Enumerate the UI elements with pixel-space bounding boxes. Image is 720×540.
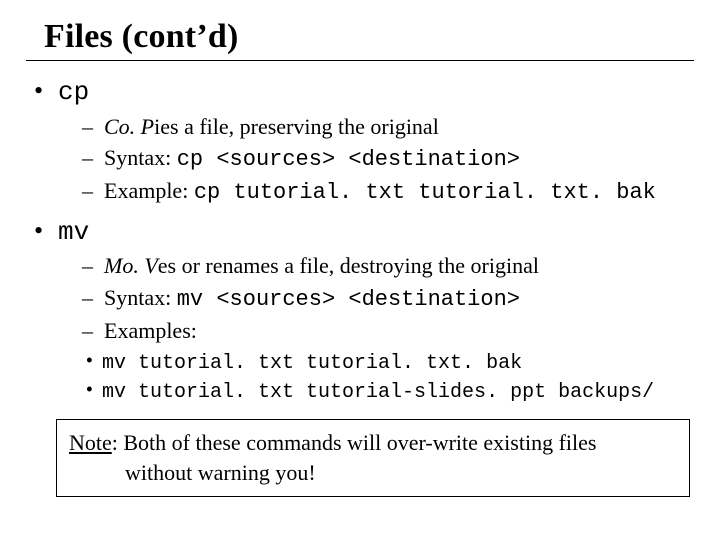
mv-desc-italic: Mo. V [104,253,158,278]
note-box: Note: Both of these commands will over-w… [56,419,690,496]
note-line1: : Both of these commands will over-write… [112,430,597,455]
mv-cmd: mv [58,217,89,247]
cp-cmd: cp [58,77,89,107]
mv-syntax: Syntax: mv <sources> <destination> [82,284,694,314]
mv-syntax-label: Syntax: [104,285,177,310]
cp-example-label: Example: [104,178,194,203]
cp-desc-rest: ies a file, preserving the original [154,114,439,139]
cp-example-code: cp tutorial. txt tutorial. txt. bak [194,180,656,205]
bullet-list-level1: cp Co. Pies a file, preserving the origi… [26,75,694,405]
cp-syntax-code: cp <sources> <destination> [177,147,520,172]
mv-example-2: mv tutorial. txt tutorial-slides. ppt ba… [84,380,694,406]
mv-examples-label: Examples: [82,317,694,345]
mv-example-1: mv tutorial. txt tutorial. txt. bak [84,351,694,377]
cp-desc-italic: Co. P [104,114,154,139]
cp-sublist: Co. Pies a file, preserving the original… [58,113,694,207]
title-rule [26,60,694,61]
slide-title: Files (cont’d) [44,18,694,56]
cp-syntax-label: Syntax: [104,145,177,170]
mv-desc-rest: es or renames a file, destroying the ori… [158,253,539,278]
mv-item: mv Mo. Ves or renames a file, destroying… [30,215,694,405]
slide: Files (cont’d) cp Co. Pies a file, prese… [0,0,720,540]
note-label: Note [69,430,112,455]
cp-example: Example: cp tutorial. txt tutorial. txt.… [82,177,694,207]
mv-examples-list: mv tutorial. txt tutorial. txt. bak mv t… [58,351,694,405]
cp-desc: Co. Pies a file, preserving the original [82,113,694,141]
cp-syntax: Syntax: cp <sources> <destination> [82,144,694,174]
mv-desc: Mo. Ves or renames a file, destroying th… [82,252,694,280]
note-line2: without warning you! [125,460,316,485]
mv-sublist: Mo. Ves or renames a file, destroying th… [58,252,694,344]
mv-syntax-code: mv <sources> <destination> [177,287,520,312]
cp-item: cp Co. Pies a file, preserving the origi… [30,75,694,207]
